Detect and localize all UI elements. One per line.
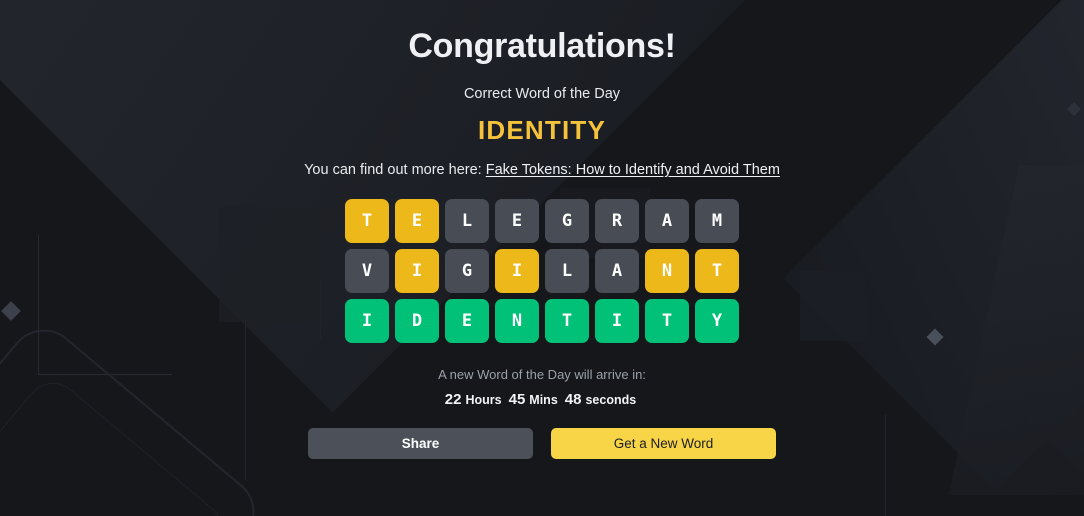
letter-tile: R xyxy=(595,199,639,243)
letter-tile: M xyxy=(695,199,739,243)
page-title: Congratulations! xyxy=(408,27,676,65)
more-info-prefix: You can find out more here: xyxy=(304,162,486,178)
countdown-hours: 22 xyxy=(444,391,462,408)
letter-tile: V xyxy=(345,249,389,293)
letter-tile: T xyxy=(545,299,589,343)
countdown-seconds: 48 xyxy=(564,391,582,408)
letter-tile: E xyxy=(395,199,439,243)
share-button[interactable]: Share xyxy=(308,428,533,459)
letter-tile: I xyxy=(345,299,389,343)
grid-row: TELEGRAM xyxy=(345,199,739,243)
letter-tile: T xyxy=(645,299,689,343)
result-panel: Congratulations! Correct Word of the Day… xyxy=(0,0,1084,516)
letter-tile: L xyxy=(445,199,489,243)
letter-tile: G xyxy=(545,199,589,243)
countdown-mins: 45 xyxy=(508,391,526,408)
action-buttons: Share Get a New Word xyxy=(308,428,776,459)
grid-row: VIGILANT xyxy=(345,249,739,293)
word-of-the-day: IDENTITY xyxy=(477,115,607,145)
countdown-label: A new Word of the Day will arrive in: xyxy=(438,367,646,382)
letter-tile: E xyxy=(445,299,489,343)
countdown-value: 22 Hours 45 Mins 48 seconds xyxy=(445,391,639,408)
countdown-mins-unit: Mins xyxy=(529,393,558,407)
more-info-row: You can find out more here: Fake Tokens:… xyxy=(304,162,780,178)
letter-grid: TELEGRAMVIGILANTIDENTITY xyxy=(345,199,739,343)
correct-word-label: Correct Word of the Day xyxy=(463,86,621,102)
letter-tile: L xyxy=(545,249,589,293)
letter-tile: N xyxy=(495,299,539,343)
letter-tile: G xyxy=(445,249,489,293)
letter-tile: A xyxy=(645,199,689,243)
letter-tile: I xyxy=(395,249,439,293)
letter-tile: D xyxy=(395,299,439,343)
letter-tile: E xyxy=(495,199,539,243)
letter-tile: T xyxy=(695,249,739,293)
countdown-hours-unit: Hours xyxy=(465,393,502,407)
letter-tile: I xyxy=(495,249,539,293)
letter-tile: A xyxy=(595,249,639,293)
letter-tile: N xyxy=(645,249,689,293)
more-info-link[interactable]: Fake Tokens: How to Identify and Avoid T… xyxy=(486,162,780,178)
letter-tile: Y xyxy=(695,299,739,343)
letter-tile: T xyxy=(345,199,389,243)
grid-row: IDENTITY xyxy=(345,299,739,343)
countdown-seconds-unit: seconds xyxy=(585,393,637,407)
get-new-word-button[interactable]: Get a New Word xyxy=(551,428,776,459)
letter-tile: I xyxy=(595,299,639,343)
